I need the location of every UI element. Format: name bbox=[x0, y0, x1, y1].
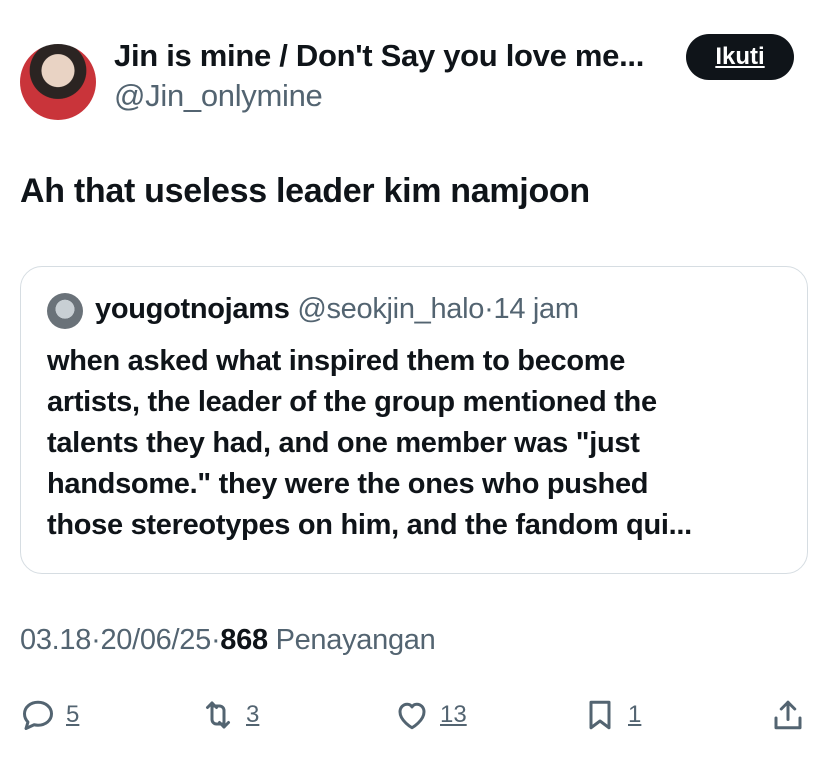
quoted-author-handle: @seokjin_halo bbox=[297, 293, 485, 325]
action-bar: 5 3 13 1 bbox=[0, 690, 827, 740]
bookmark-button[interactable]: 1 bbox=[582, 690, 641, 740]
tweet-date[interactable]: 20/06/25 bbox=[100, 624, 211, 656]
views-label: Penayangan bbox=[275, 624, 436, 656]
tweet-time[interactable]: 03.18 bbox=[20, 624, 91, 656]
bookmark-icon bbox=[589, 700, 611, 730]
reply-button[interactable]: 5 bbox=[20, 690, 79, 740]
repost-icon bbox=[206, 701, 230, 729]
quoted-text-line: those stereotypes on him, and the fandom… bbox=[47, 509, 692, 541]
author-display-name[interactable]: Jin is mine / Don't Say you love me... bbox=[114, 38, 644, 74]
quoted-text-line: talents they had, and one member was "ju… bbox=[47, 427, 640, 459]
quoted-tweet-header: yougotnojams @seokjin_halo·14 jam bbox=[95, 293, 579, 326]
share-button[interactable] bbox=[770, 690, 806, 740]
like-button[interactable]: 13 bbox=[394, 690, 467, 740]
quoted-text-line: handsome." they were the ones who pushed bbox=[47, 468, 649, 500]
author-avatar[interactable] bbox=[20, 44, 96, 120]
timestamp-separator: · bbox=[210, 624, 221, 656]
quoted-tweet-time: 14 jam bbox=[493, 293, 579, 325]
views-count: 868 bbox=[220, 624, 268, 656]
reply-icon bbox=[23, 700, 53, 730]
follow-button[interactable]: Ikuti bbox=[686, 34, 794, 80]
repost-count: 3 bbox=[246, 701, 260, 728]
share-icon bbox=[774, 700, 802, 730]
tweet-timestamp: 03.18·20/06/25·868 Penayangan bbox=[20, 624, 436, 657]
quoted-text-line: artists, the leader of the group mention… bbox=[47, 386, 657, 418]
quoted-author-name: yougotnojams bbox=[95, 293, 290, 325]
reply-count: 5 bbox=[66, 701, 80, 728]
quoted-tweet-text: when asked what inspired them to become … bbox=[47, 341, 797, 546]
like-count: 13 bbox=[440, 701, 467, 728]
bookmark-count: 1 bbox=[628, 701, 642, 728]
quoted-text-line: when asked what inspired them to become bbox=[47, 345, 626, 377]
author-handle[interactable]: @Jin_onlymine bbox=[114, 78, 323, 114]
tweet-text: Ah that useless leader kim namjoon bbox=[20, 172, 590, 210]
heart-icon bbox=[398, 702, 426, 730]
quoted-author-avatar bbox=[47, 293, 83, 329]
quoted-tweet-card[interactable]: yougotnojams @seokjin_halo·14 jam when a… bbox=[20, 266, 808, 574]
repost-button[interactable]: 3 bbox=[200, 690, 259, 740]
